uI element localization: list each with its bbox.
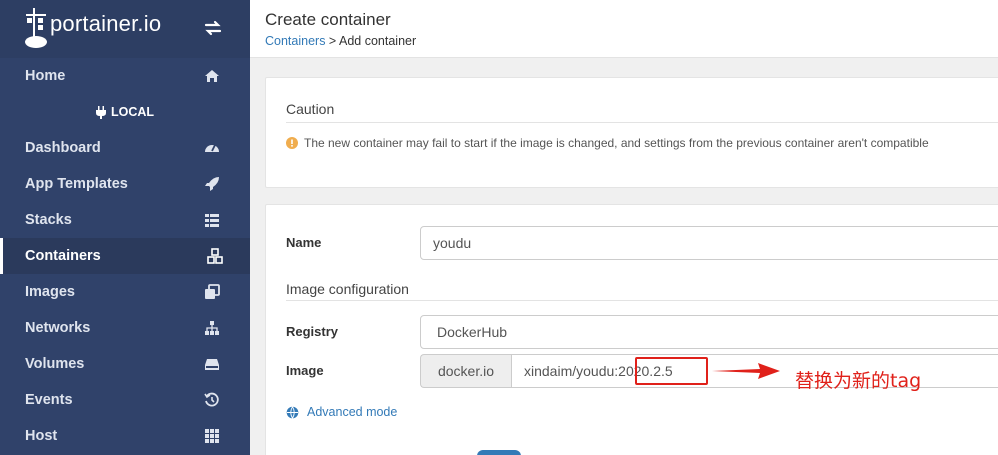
- page-header: Create container Containers > Add contai…: [250, 0, 998, 58]
- tag-highlight-box: [635, 357, 708, 385]
- endpoint-label: LOCAL: [0, 100, 250, 124]
- sidebar-item-home[interactable]: Home: [0, 58, 250, 94]
- caution-panel: Caution The new container may fail to st…: [265, 77, 998, 188]
- breadcrumb: Containers > Add container: [265, 34, 416, 48]
- exclamation-circle-icon: [286, 137, 298, 149]
- breadcrumb-current: > Add container: [325, 34, 417, 48]
- sidebar-item-images[interactable]: Images: [0, 274, 250, 310]
- portainer-logo-icon: [25, 8, 47, 48]
- caution-message-text: The new container may fail to start if t…: [304, 136, 929, 150]
- toggle-switch[interactable]: [477, 450, 521, 455]
- breadcrumb-containers-link[interactable]: Containers: [265, 34, 325, 48]
- registry-label: Registry: [286, 324, 339, 339]
- globe-icon: [286, 405, 299, 419]
- th-list-icon: [205, 214, 219, 227]
- advanced-mode-link[interactable]: Advanced mode: [286, 405, 397, 419]
- sitemap-icon: [205, 321, 219, 335]
- image-label: Image: [286, 363, 324, 378]
- sidebar-item-stacks[interactable]: Stacks: [0, 202, 250, 238]
- sidebar-item-volumes[interactable]: Volumes: [0, 346, 250, 382]
- plug-icon: [95, 105, 106, 119]
- sidebar-item-app-templates[interactable]: App Templates: [0, 166, 250, 202]
- th-icon: [205, 429, 219, 443]
- registry-selected-value: DockerHub: [437, 324, 508, 340]
- brand-header: portainer.io: [0, 0, 250, 58]
- image-registry-prefix: docker.io: [420, 354, 511, 388]
- container-form-panel: Name Image configuration Registry Docker…: [265, 204, 998, 455]
- sidebar-item-host[interactable]: Host: [0, 418, 250, 454]
- home-icon: [205, 70, 219, 82]
- sidebar-item-containers[interactable]: Containers: [0, 238, 250, 274]
- endpoint-name: LOCAL: [110, 105, 155, 119]
- dashboard-icon: [205, 144, 219, 152]
- advanced-mode-label: Advanced mode: [307, 405, 398, 419]
- caution-message: The new container may fail to start if t…: [286, 136, 929, 150]
- cubes-icon: [207, 248, 223, 264]
- annotation-text: 替换为新的tag: [795, 370, 922, 392]
- sidebar-item-dashboard[interactable]: Dashboard: [0, 130, 250, 166]
- brand-name[interactable]: portainer.io: [50, 11, 161, 37]
- sidebar-item-events[interactable]: Events: [0, 382, 250, 418]
- sidebar: portainer.io Home LOCAL Dashboard App Te…: [0, 0, 250, 455]
- exchange-icon[interactable]: [203, 18, 223, 38]
- name-input[interactable]: [420, 226, 998, 260]
- page-title: Create container: [265, 10, 391, 29]
- hdd-icon: [205, 359, 219, 370]
- image-config-title: Image configuration: [286, 281, 409, 297]
- name-label: Name: [286, 235, 322, 250]
- caution-title: Caution: [286, 101, 335, 117]
- history-icon: [204, 392, 219, 407]
- sidebar-item-networks[interactable]: Networks: [0, 310, 250, 346]
- registry-select[interactable]: DockerHub: [420, 315, 998, 349]
- annotation-arrow-icon: [712, 363, 780, 379]
- clone-icon: [205, 284, 220, 299]
- image-config-divider: [286, 300, 998, 301]
- rocket-icon: [205, 177, 219, 191]
- caution-divider: [286, 122, 998, 123]
